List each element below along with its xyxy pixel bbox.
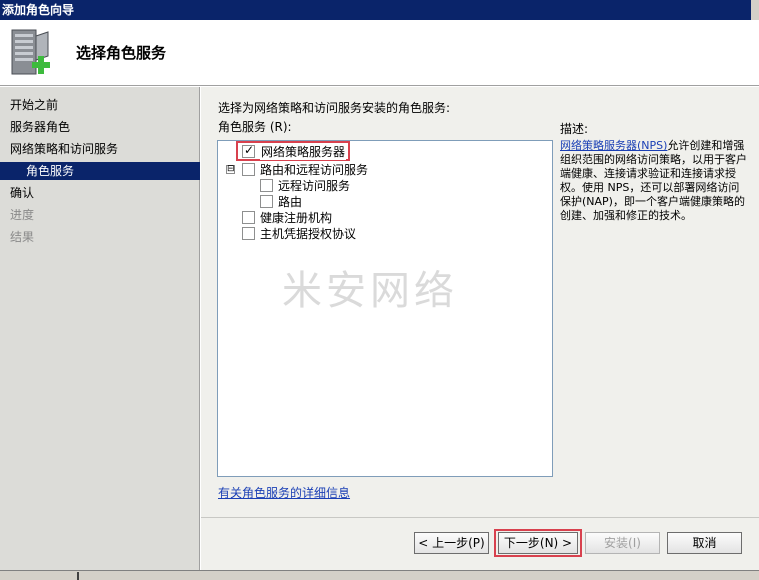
checkbox-routing[interactable] (260, 194, 273, 208)
service-hra[interactable]: 健康注册机构 (242, 209, 332, 225)
nav-item-server-roles[interactable]: 服务器角色 (10, 118, 70, 136)
service-routing[interactable]: 路由 (260, 193, 302, 209)
collapse-icon[interactable]: ⊟ (226, 165, 235, 174)
cancel-button[interactable]: 取消 (667, 532, 742, 554)
nav-item-confirmation[interactable]: 确认 (10, 184, 34, 202)
window-titlebar: 添加角色向导 (0, 0, 759, 20)
window-title: 添加角色向导 (2, 3, 75, 17)
description-text: 网络策略服务器(NPS)允许创建和增强组织范围的网络访问策略，以用于客户端健康、… (560, 139, 750, 223)
divider (77, 572, 79, 580)
nps-link[interactable]: 网络策略服务器(NPS) (560, 139, 667, 152)
nav-item-results: 结果 (10, 230, 35, 244)
watermark: 米安网络 (282, 268, 458, 314)
service-nps[interactable]: 网络策略服务器 (242, 142, 347, 160)
service-label: 路由 (278, 194, 303, 209)
description-label: 描述: (560, 122, 589, 136)
page-title: 选择角色服务 (76, 44, 167, 62)
service-label: 路由和远程访问服务 (260, 162, 369, 177)
service-routing-remote[interactable]: 路由和远程访问服务 (242, 161, 368, 177)
checkbox-remote-access[interactable] (260, 178, 273, 192)
more-info-link[interactable]: 有关角色服务的详细信息 (218, 484, 350, 501)
instruction-text: 选择为网络策略和访问服务安装的角色服务: (218, 101, 451, 115)
checkbox-hra[interactable] (242, 210, 255, 224)
nav-item-role-services[interactable]: 角色服务 (0, 162, 200, 180)
checkbox-routing-remote[interactable] (242, 162, 255, 176)
service-label: 网络策略服务器 (260, 142, 347, 160)
service-label: 远程访问服务 (278, 178, 351, 193)
next-button[interactable]: 下一步(N) > (498, 532, 578, 554)
nav-item-network-policy[interactable]: 网络策略和访问服务 (10, 140, 118, 158)
server-add-icon (11, 29, 50, 75)
bottom-edge (0, 570, 759, 580)
checkbox-nps[interactable] (242, 143, 255, 158)
button-bar: < 上一步(P) 下一步(N) > 安装(I) 取消 (201, 517, 759, 570)
checkbox-hcap[interactable] (242, 226, 255, 240)
wizard-header: 选择角色服务 (0, 20, 759, 86)
back-button[interactable]: < 上一步(P) (414, 532, 489, 554)
install-button: 安装(I) (585, 532, 660, 554)
nav-item-before-you-begin[interactable]: 开始之前 (10, 96, 58, 114)
service-label: 健康注册机构 (260, 210, 333, 225)
role-services-label: 角色服务 (R): (218, 120, 292, 134)
service-hcap[interactable]: 主机凭据授权协议 (242, 225, 356, 241)
service-remote-access[interactable]: 远程访问服务 (260, 177, 350, 193)
service-label: 主机凭据授权协议 (260, 226, 357, 241)
window-control-button[interactable] (751, 0, 759, 20)
nav-item-progress: 进度 (10, 208, 35, 222)
wizard-nav: 开始之前 服务器角色 网络策略和访问服务 角色服务 确认 进度 结果 (0, 87, 200, 570)
